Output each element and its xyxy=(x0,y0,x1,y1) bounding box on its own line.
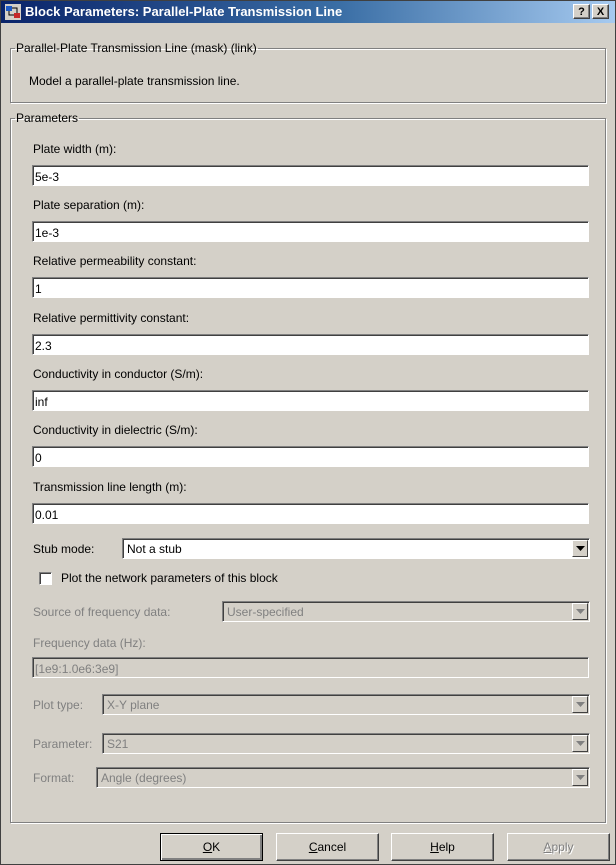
frequency-data-field[interactable] xyxy=(32,657,589,678)
window-title: Block Parameters: Parallel-Plate Transmi… xyxy=(25,4,343,19)
parameter-label: Parameter: xyxy=(33,737,93,751)
help-title-button[interactable]: ? xyxy=(573,4,590,19)
close-button[interactable]: X xyxy=(592,4,609,19)
frequency-source-value: User-specified xyxy=(227,605,304,619)
line-length-label: Transmission line length (m): xyxy=(33,480,187,494)
stub-mode-select[interactable]: Not a stub xyxy=(122,538,590,559)
frequency-data-label: Frequency data (Hz): xyxy=(33,636,146,650)
plot-type-label: Plot type: xyxy=(33,698,84,712)
chevron-down-icon xyxy=(576,546,585,551)
plot-network-parameters-checkbox[interactable] xyxy=(39,572,52,585)
frequency-source-dropdown-arrow[interactable] xyxy=(572,603,588,620)
parameter-dropdown-arrow[interactable] xyxy=(572,735,588,752)
parameter-select[interactable]: S21 xyxy=(102,733,590,754)
stub-mode-dropdown-arrow[interactable] xyxy=(572,540,588,557)
description-group: Parallel-Plate Transmission Line (mask) … xyxy=(10,41,606,103)
relative-permittivity-label: Relative permittivity constant: xyxy=(33,311,190,325)
relative-permittivity-field[interactable] xyxy=(32,334,589,355)
parameters-group-legend: Parameters xyxy=(16,111,79,125)
help-button[interactable]: Help xyxy=(391,833,494,861)
parameter-value: S21 xyxy=(107,737,129,751)
simulink-block-icon xyxy=(5,4,21,20)
help-label: elp xyxy=(438,840,455,854)
parameters-group: Parameters xyxy=(10,111,606,823)
chevron-down-icon xyxy=(576,741,585,746)
line-length-field[interactable] xyxy=(32,503,589,524)
title-bar[interactable]: Block Parameters: Parallel-Plate Transmi… xyxy=(1,1,615,23)
chevron-down-icon xyxy=(576,702,585,707)
conductivity-dielectric-label: Conductivity in dielectric (S/m): xyxy=(33,423,198,437)
help-mnemonic: H xyxy=(430,840,439,854)
description-group-legend: Parallel-Plate Transmission Line (mask) … xyxy=(16,41,257,55)
plot-type-select[interactable]: X-Y plane xyxy=(102,694,590,715)
block-parameters-dialog: Block Parameters: Parallel-Plate Transmi… xyxy=(0,0,616,865)
apply-label: pply xyxy=(551,840,574,854)
cancel-button[interactable]: Cancel xyxy=(276,833,379,861)
plate-separation-field[interactable] xyxy=(32,221,589,242)
conductivity-conductor-label: Conductivity in conductor (S/m): xyxy=(33,367,204,381)
plot-type-value: X-Y plane xyxy=(107,698,160,712)
format-label: Format: xyxy=(33,771,75,785)
apply-mnemonic: A xyxy=(543,840,552,854)
ok-mnemonic: O xyxy=(202,840,213,854)
format-value: Angle (degrees) xyxy=(101,771,187,785)
format-select[interactable]: Angle (degrees) xyxy=(96,767,590,788)
conductivity-dielectric-field[interactable] xyxy=(32,446,589,467)
apply-button[interactable]: Apply xyxy=(507,833,610,861)
chevron-down-icon xyxy=(576,609,585,614)
frequency-source-select[interactable]: User-specified xyxy=(222,601,590,622)
plate-separation-label: Plate separation (m): xyxy=(33,198,145,212)
stub-mode-label: Stub mode: xyxy=(33,542,95,556)
chevron-down-icon xyxy=(576,775,585,780)
plate-width-field[interactable] xyxy=(32,165,589,186)
frequency-source-label: Source of frequency data: xyxy=(33,605,171,619)
block-description: Model a parallel-plate transmission line… xyxy=(29,74,240,88)
format-dropdown-arrow[interactable] xyxy=(572,769,588,786)
plot-type-dropdown-arrow[interactable] xyxy=(572,696,588,713)
plate-width-label: Plate width (m): xyxy=(33,142,117,156)
stub-mode-value: Not a stub xyxy=(127,542,182,556)
relative-permeability-field[interactable] xyxy=(32,277,589,298)
ok-label: K xyxy=(212,840,221,854)
plot-network-parameters-label: Plot the network parameters of this bloc… xyxy=(61,571,278,585)
cancel-label: ancel xyxy=(317,840,347,854)
relative-permeability-label: Relative permeability constant: xyxy=(33,254,197,268)
conductivity-conductor-field[interactable] xyxy=(32,390,589,411)
ok-button[interactable]: OK xyxy=(160,833,263,861)
